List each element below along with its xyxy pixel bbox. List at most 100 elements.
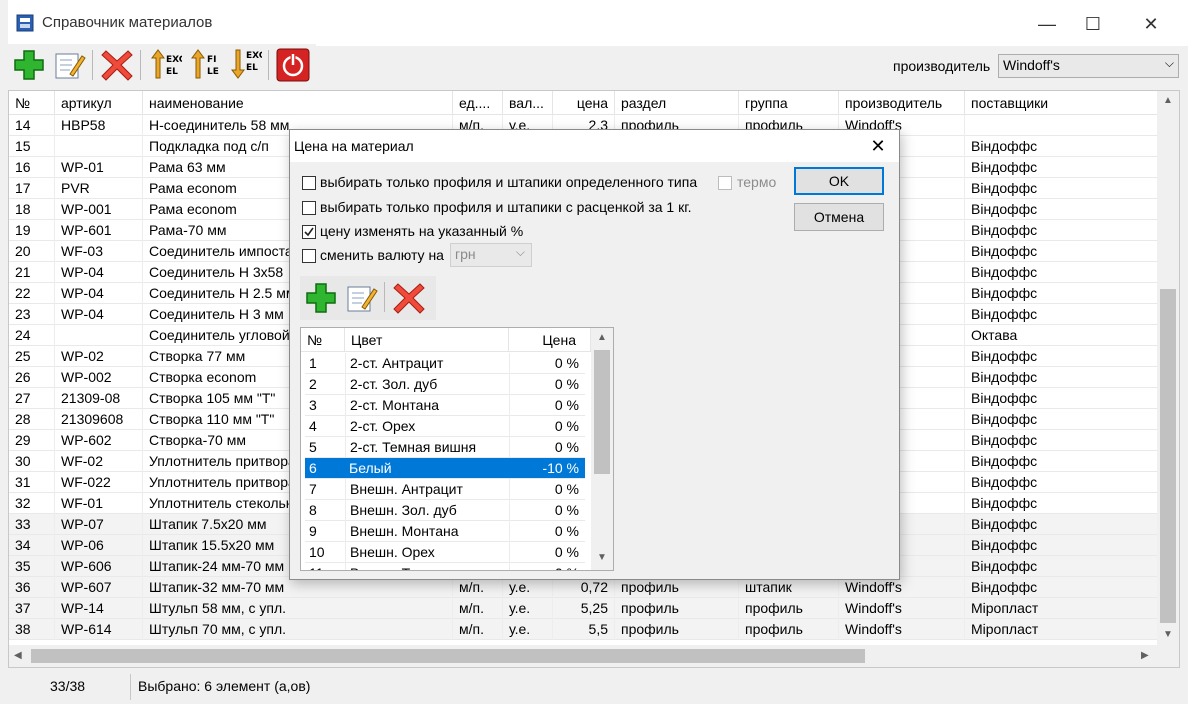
option-change-currency-checkbox[interactable] (302, 249, 316, 263)
vertical-scroll-thumb[interactable] (1160, 289, 1176, 623)
color-price-grid[interactable]: № Цвет Цена 1 2-ст. Антрацит 0 % 2 2-ст. Зол… (300, 327, 614, 571)
import-file-button[interactable]: FI LE (188, 48, 222, 82)
cell-group: профиль (739, 598, 839, 619)
cell-supplier: Октава (965, 325, 1159, 346)
edit-button[interactable] (52, 48, 86, 82)
scroll-down-icon[interactable]: ▼ (597, 552, 607, 563)
cell-supplier: Віндоффс (965, 241, 1159, 262)
grid-header: № артикул наименование ед.... вал... цена разд… (9, 91, 1159, 115)
dialog-title-bar: Цена на материал ✕ (290, 130, 899, 162)
table-row[interactable]: 36 WP-607 Штапик-32 мм-70 мм м/п. у.е. 0,72 пр… (9, 577, 1159, 598)
grid-header-cur[interactable]: вал... (503, 91, 553, 115)
cell-n: 22 (9, 283, 55, 304)
color-grid-header-number[interactable]: № (301, 328, 345, 352)
cell-n: 18 (9, 199, 55, 220)
cell-price: 0,72 (553, 577, 615, 598)
color-list-item[interactable]: 8 Внешн. Зол. дуб 0 % (305, 500, 585, 521)
close-button[interactable]: ✕ (1128, 8, 1174, 40)
dialog-add-button[interactable] (304, 281, 338, 315)
cancel-button[interactable]: Отмена (794, 203, 884, 231)
plus-icon (306, 283, 336, 313)
color-grid-header-price[interactable]: Цена (509, 328, 591, 352)
dialog-close-button[interactable]: ✕ (863, 132, 893, 160)
table-row[interactable]: 37 WP-14 Штульп 58 мм, с упл. м/п. у.е. 5,25 п… (9, 598, 1159, 619)
delete-button[interactable] (100, 48, 134, 82)
selection-count: Выбрано: 6 элемент (а,ов) (138, 678, 311, 694)
color-list-item[interactable]: 2 2-ст. Зол. дуб 0 % (305, 374, 585, 395)
option-change-currency-label: сменить валюту на (320, 247, 444, 263)
cell-art: WF-02 (55, 451, 143, 472)
color-grid-scroll-thumb[interactable] (594, 350, 610, 474)
color-list-item[interactable]: 10 Внешн. Орех 0 % (305, 542, 585, 563)
thermo-checkbox[interactable] (718, 176, 732, 190)
cell-supplier: Віндоффс (965, 283, 1159, 304)
color-list-item[interactable]: 11Внешн. Т...0 % (305, 563, 585, 570)
add-button[interactable] (12, 48, 46, 82)
color-grid-scrollbar[interactable]: ▲ ▼ (591, 328, 613, 570)
dialog-delete-button[interactable] (392, 281, 426, 315)
cell-art: PVR (55, 178, 143, 199)
color-list-item[interactable]: 9 Внешн. Монтана 0 % (305, 521, 585, 542)
grid-header-unit[interactable]: ед.... (453, 91, 503, 115)
export-excel-button[interactable]: EXC EL (228, 48, 266, 82)
power-button[interactable] (276, 48, 310, 82)
option-change-percent-checkbox[interactable] (302, 225, 316, 239)
grid-header-art[interactable]: артикул (55, 91, 143, 115)
cell-supplier: Віндоффс (965, 577, 1159, 598)
grid-header-group[interactable]: группа (739, 91, 839, 115)
scroll-left-icon[interactable]: ◀ (14, 650, 22, 661)
cell-art: WP-607 (55, 577, 143, 598)
cell-art: WP-02 (55, 346, 143, 367)
grid-header-supplier[interactable]: поставщики (965, 91, 1159, 115)
edit-icon (347, 286, 378, 312)
cell-supplier: Віндоффс (965, 451, 1159, 472)
grid-header-name[interactable]: наименование (143, 91, 453, 115)
color-cell-color: Внешн. Орех (345, 542, 509, 563)
cell-n: 20 (9, 241, 55, 262)
horizontal-scrollbar[interactable]: ◀ ▶ (9, 645, 1179, 667)
import-excel-button[interactable]: EXC EL (148, 48, 186, 82)
cell-n: 30 (9, 451, 55, 472)
color-list-item[interactable]: 5 2-ст. Темная вишня 0 % (305, 437, 585, 458)
color-list-item[interactable]: 3 2-ст. Монтана 0 % (305, 395, 585, 416)
color-list-item[interactable]: 4 2-ст. Орех 0 % (305, 416, 585, 437)
color-cell-n: 7 (309, 481, 317, 497)
dialog-title: Цена на материал (294, 138, 414, 154)
maximize-button[interactable]: ☐ (1070, 8, 1116, 40)
minimize-button[interactable]: — (1024, 8, 1070, 40)
color-list-item[interactable]: 7 Внешн. Антрацит 0 % (305, 479, 585, 500)
cell-art (55, 136, 143, 157)
thermo-label: термо (737, 174, 777, 190)
currency-select[interactable]: грн ⌵ (450, 243, 532, 267)
cell-n: 17 (9, 178, 55, 199)
grid-header-section[interactable]: раздел (615, 91, 739, 115)
color-cell-price: 0 % (509, 437, 585, 458)
color-grid-header-color[interactable]: Цвет (345, 328, 509, 352)
grid-header-n[interactable]: № (9, 91, 55, 115)
scroll-up-icon[interactable]: ▲ (1163, 95, 1173, 106)
grid-header-price[interactable]: цена (553, 91, 615, 115)
color-cell-n: 1 (309, 355, 317, 371)
color-cell-price: 0 % (509, 374, 585, 395)
scroll-right-icon[interactable]: ▶ (1141, 650, 1149, 661)
horizontal-scroll-thumb[interactable] (31, 649, 865, 663)
svg-text:LE: LE (207, 67, 219, 77)
cell-supplier (965, 115, 1159, 136)
svg-text:EXC: EXC (166, 55, 182, 65)
scroll-up-icon[interactable]: ▲ (597, 332, 607, 343)
table-row[interactable]: 38 WP-614 Штульп 70 мм, с упл. м/п. у.е. 5,5 п… (9, 619, 1159, 640)
cell-supplier: Віндоффс (965, 430, 1159, 451)
toolbar-separator (92, 50, 93, 80)
producer-select[interactable]: Windoff's ⌵ (998, 54, 1179, 78)
dialog-edit-button[interactable] (344, 281, 378, 315)
color-cell-price: -10 % (542, 460, 579, 476)
option-type-filter-checkbox[interactable] (302, 176, 316, 190)
ok-button[interactable]: OK (794, 167, 884, 195)
color-list-item[interactable]: 6 Белый -10 % (305, 458, 585, 479)
vertical-scrollbar[interactable]: ▲ ▼ (1157, 91, 1179, 647)
app-icon (16, 14, 34, 32)
grid-header-maker[interactable]: производитель (839, 91, 965, 115)
option-per-kg-checkbox[interactable] (302, 201, 316, 215)
color-list-item[interactable]: 1 2-ст. Антрацит 0 % (305, 353, 585, 374)
scroll-down-icon[interactable]: ▼ (1163, 629, 1173, 640)
